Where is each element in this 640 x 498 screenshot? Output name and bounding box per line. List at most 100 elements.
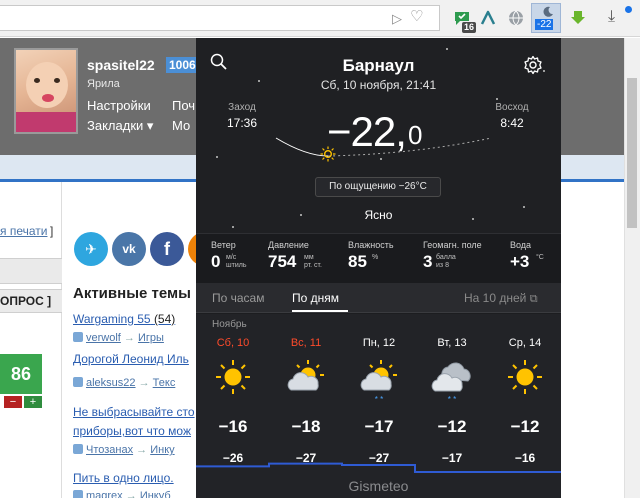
weather-condition: Ясно [364, 208, 393, 222]
partly-cloudy-snow-icon [357, 357, 401, 397]
wind-value: 0 [211, 252, 221, 271]
download-indicator-dot [625, 6, 632, 13]
day-label: Вт, 13 [437, 337, 467, 349]
weather-header: Барнаул Сб, 10 ноября, 21:41 Заход 17:36… [196, 38, 561, 233]
topic-link[interactable]: Wargaming 55 (54) [73, 312, 175, 326]
download-master-icon[interactable] [566, 6, 590, 30]
facebook-icon: f [164, 238, 170, 259]
tab-ten-days[interactable]: На 10 дней ⧉ [464, 291, 538, 306]
sun-icon [211, 357, 255, 397]
settings-link[interactable]: Настройки [87, 98, 151, 113]
current-date: Сб, 10 ноября, 21:41 [320, 78, 437, 92]
user-icon [73, 332, 83, 342]
active-topics-title: Активные темы [73, 285, 191, 302]
print-version-link[interactable]: я печати [0, 224, 47, 238]
telegram-share-button[interactable]: ✈ [74, 232, 108, 266]
topic-link[interactable]: Не выбрасывайте сто [73, 405, 195, 419]
water-unit: °C [536, 254, 544, 261]
weather-temp-badge: -22 [535, 19, 554, 30]
avatar[interactable] [14, 48, 78, 134]
city-name[interactable]: Барнаул [196, 56, 561, 76]
left-row-1 [0, 258, 62, 284]
weather-stats: Ветер 0 м/с штиль Давление 754 мм рт. ст. … [196, 233, 561, 283]
humidity-unit: % [372, 254, 379, 261]
humidity-value: 85 [348, 252, 367, 271]
pressure-unit: мм рт. ст. [304, 254, 322, 269]
sunset-label: Заход [228, 102, 256, 113]
current-temperature-decimal: 0 [408, 120, 423, 150]
day-low-temp: −17 [441, 451, 463, 465]
tab-daily[interactable]: По дням [292, 291, 339, 305]
day-label: Сб, 10 [216, 337, 250, 349]
vk-icon: vk [122, 242, 136, 256]
globe-icon[interactable] [504, 6, 528, 30]
alice-icon[interactable] [476, 6, 500, 30]
mail-link[interactable]: Поч [172, 98, 195, 113]
forecast-tabs: По часам По дням На 10 дней ⧉ [196, 283, 561, 313]
vk-share-button[interactable]: vk [112, 232, 146, 266]
wind-label: Ветер [211, 240, 236, 250]
poll-label[interactable]: ОПРОС ] [0, 294, 51, 308]
sun-icon [503, 357, 547, 397]
user-icon [73, 490, 83, 498]
user-icon [73, 377, 83, 387]
wind-unit: м/с штиль [226, 254, 247, 269]
tab-hourly[interactable]: По часам [212, 291, 264, 305]
pressure-label: Давление [268, 240, 309, 250]
day-high-temp: −12 [510, 417, 540, 436]
topic-link-line2[interactable]: приборы,вот что мож [73, 424, 191, 438]
day-low-temp: −27 [368, 451, 390, 465]
facebook-share-button[interactable]: f [150, 232, 184, 266]
print-bracket: ] [50, 224, 54, 238]
day-high-temp: −12 [437, 417, 467, 436]
topic-meta: Чтозанах → Инку [73, 444, 175, 456]
comments-extension-icon[interactable]: 16 [450, 6, 476, 33]
heart-icon[interactable]: ♡ [410, 9, 423, 24]
day-low-temp: −26 [222, 451, 244, 465]
geomagnetic-unit: балла из 8 [436, 254, 456, 269]
topic-meta: magrex → Инкуб [73, 490, 171, 498]
weather-popup: Барнаул Сб, 10 ноября, 21:41 Заход 17:36… [196, 38, 561, 498]
weather-extension-button[interactable]: -22 [531, 3, 561, 33]
day-label: Пн, 12 [362, 337, 396, 349]
water-value: +3 [510, 252, 530, 271]
day-low-temp: −27 [295, 451, 317, 465]
day-high-temp: −16 [218, 417, 248, 436]
user-icon [73, 444, 83, 454]
snowflakes-icon: * * [374, 395, 384, 404]
telegram-icon: ✈ [85, 240, 97, 257]
scrollbar-thumb[interactable] [627, 78, 637, 228]
downloads-icon[interactable]: ⤓ [608, 8, 615, 26]
browser-toolbar: ▷ ♡ 16 -22 ⤓ [0, 0, 640, 37]
rating-minus-button[interactable]: − [4, 396, 22, 408]
geomagnetic-value: 3 [423, 252, 433, 271]
humidity-label: Влажность [348, 240, 394, 250]
day-label: Вс, 11 [290, 337, 322, 349]
rating-plus-button[interactable]: + [24, 396, 42, 408]
topic-meta: verwolf → Игры [73, 332, 164, 344]
snowflakes-icon: * * [447, 395, 457, 404]
external-link-icon: ⧉ [529, 293, 538, 305]
my-link[interactable]: Мо [172, 118, 190, 133]
day-high-temp: −18 [291, 417, 321, 436]
username[interactable]: spasitel22 [87, 57, 155, 73]
topic-link[interactable]: Пить в одно лицо. [73, 471, 174, 485]
sunrise-label: Восход [495, 102, 529, 113]
gismeteo-brand[interactable]: Gismeteo [196, 478, 561, 494]
active-tab-indicator [292, 310, 348, 312]
geomagnetic-label: Геомагн. поле [423, 240, 482, 250]
bookmarks-menu[interactable]: Закладки ▾ [87, 118, 153, 134]
day-low-temp: −16 [514, 451, 536, 465]
rating-score: 86 [0, 354, 42, 394]
topic-meta: aleksus22 → Текс [73, 377, 175, 389]
comments-badge: 16 [461, 22, 476, 33]
day-high-temp: −17 [364, 417, 394, 436]
water-label: Вода [510, 240, 532, 250]
address-bar[interactable]: ▷ ♡ [0, 5, 440, 31]
partly-cloudy-icon [284, 357, 328, 397]
user-rank: Ярила [87, 78, 120, 90]
topic-link[interactable]: Дорогой Леонид Иль [73, 352, 189, 366]
moon-icon [543, 6, 553, 17]
send-icon[interactable]: ▷ [392, 12, 402, 26]
daily-forecast: Ноябрь Сб, 10 −16 −26 Вс, 11 −18 −27 Пн, 12 * *… [196, 314, 561, 498]
